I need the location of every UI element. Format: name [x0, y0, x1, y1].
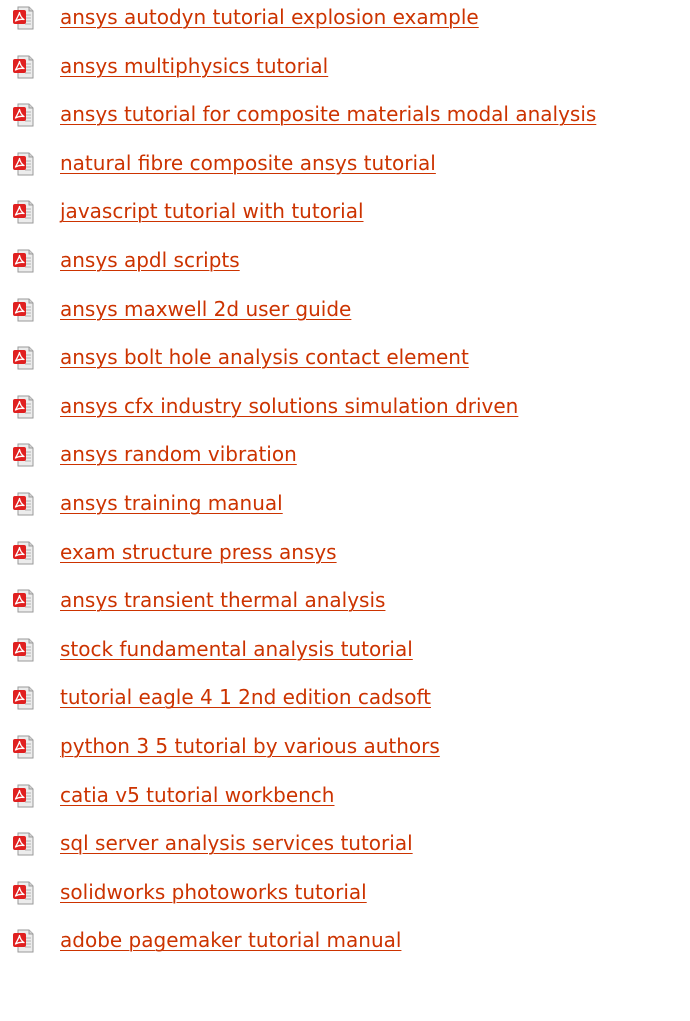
pdf-icon	[13, 686, 34, 710]
pdf-icon	[13, 298, 34, 322]
document-list-item: stock fundamental analysis tutorial	[0, 635, 690, 684]
pdf-icon	[13, 589, 34, 613]
document-link[interactable]: catia v5 tutorial workbench	[60, 781, 334, 809]
document-list-item: adobe pagemaker tutorial manual	[0, 926, 690, 975]
document-link[interactable]: adobe pagemaker tutorial manual	[60, 926, 401, 954]
document-list: ansys autodyn tutorial explosion example…	[0, 3, 690, 975]
pdf-icon	[13, 929, 34, 953]
document-list-item: solidworks photoworks tutorial	[0, 878, 690, 927]
pdf-icon	[13, 735, 34, 759]
pdf-icon	[13, 346, 34, 370]
document-link[interactable]: ansys random vibration	[60, 440, 297, 468]
pdf-icon	[13, 200, 34, 224]
document-link[interactable]: python 3 5 tutorial by various authors	[60, 732, 440, 760]
document-link[interactable]: ansys multiphysics tutorial	[60, 52, 328, 80]
document-link[interactable]: ansys maxwell 2d user guide	[60, 295, 351, 323]
pdf-icon	[13, 541, 34, 565]
document-list-item: ansys training manual	[0, 489, 690, 538]
pdf-icon	[13, 103, 34, 127]
document-link[interactable]: tutorial eagle 4 1 2nd edition cadsoft	[60, 683, 431, 711]
document-link[interactable]: ansys transient thermal analysis	[60, 586, 385, 614]
document-link[interactable]: stock fundamental analysis tutorial	[60, 635, 413, 663]
pdf-icon	[13, 395, 34, 419]
document-list-item: python 3 5 tutorial by various authors	[0, 732, 690, 781]
document-list-item: ansys cfx industry solutions simulation …	[0, 392, 690, 441]
pdf-icon	[13, 6, 34, 30]
document-list-item: ansys tutorial for composite materials m…	[0, 100, 690, 149]
document-link[interactable]: ansys autodyn tutorial explosion example	[60, 3, 479, 31]
document-link[interactable]: ansys apdl scripts	[60, 246, 240, 274]
document-list-item: ansys random vibration	[0, 440, 690, 489]
document-list-item: ansys autodyn tutorial explosion example	[0, 3, 690, 52]
pdf-icon	[13, 152, 34, 176]
document-link[interactable]: natural fibre composite ansys tutorial	[60, 149, 436, 177]
document-list-item: ansys multiphysics tutorial	[0, 52, 690, 101]
document-link[interactable]: ansys training manual	[60, 489, 283, 517]
pdf-icon	[13, 55, 34, 79]
document-list-item: natural fibre composite ansys tutorial	[0, 149, 690, 198]
pdf-icon	[13, 784, 34, 807]
pdf-icon	[13, 492, 34, 516]
document-link[interactable]: solidworks photoworks tutorial	[60, 878, 367, 906]
document-list-item: catia v5 tutorial workbench	[0, 781, 690, 830]
document-list-item: ansys bolt hole analysis contact element	[0, 343, 690, 392]
document-list-item: ansys apdl scripts	[0, 246, 690, 295]
document-list-item: javascript tutorial with tutorial	[0, 197, 690, 246]
pdf-icon	[13, 443, 34, 467]
document-link[interactable]: ansys tutorial for composite materials m…	[60, 100, 596, 128]
pdf-icon	[13, 832, 34, 856]
document-link[interactable]: ansys cfx industry solutions simulation …	[60, 392, 518, 420]
document-link[interactable]: javascript tutorial with tutorial	[60, 197, 364, 225]
document-list-item: sql server analysis services tutorial	[0, 829, 690, 878]
document-list-item: ansys maxwell 2d user guide	[0, 295, 690, 344]
pdf-icon	[13, 881, 34, 905]
document-link[interactable]: sql server analysis services tutorial	[60, 829, 413, 857]
document-list-item: tutorial eagle 4 1 2nd edition cadsoft	[0, 683, 690, 732]
pdf-icon	[13, 638, 34, 662]
document-list-item: exam structure press ansys	[0, 538, 690, 587]
pdf-icon	[13, 249, 34, 273]
document-link[interactable]: ansys bolt hole analysis contact element	[60, 343, 469, 371]
document-list-item: ansys transient thermal analysis	[0, 586, 690, 635]
document-link[interactable]: exam structure press ansys	[60, 538, 337, 566]
